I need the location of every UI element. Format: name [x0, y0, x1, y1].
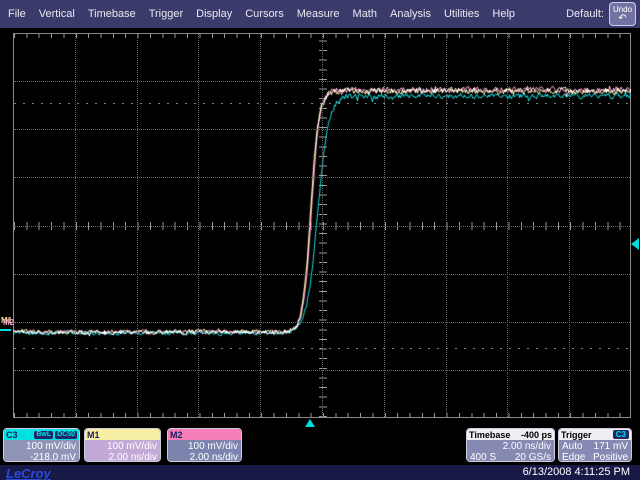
trigger-level: 171 mV [594, 441, 628, 452]
trigger-title: Trigger [561, 430, 592, 440]
trigger-descriptor-header: Trigger C3 [559, 429, 631, 440]
m2-descriptor-box[interactable]: M2 100 mV/div 2.00 ns/div [167, 428, 242, 462]
menu-item-vertical[interactable]: Vertical [39, 8, 75, 20]
datetime-display: 6/13/2008 4:11:25 PM [523, 466, 630, 478]
menu-item-analysis[interactable]: Analysis [390, 8, 431, 20]
m1-descriptor-box[interactable]: M1 100 mV/div 2.00 ns/div [84, 428, 161, 462]
timebase-title: Timebase [469, 430, 510, 440]
trigger-source-badge: C3 [613, 430, 629, 439]
trigger-descriptor-box[interactable]: Trigger C3 Auto 171 mV Edge Positive [558, 428, 632, 462]
oscilloscope-screen: File Vertical Timebase Trigger Display C… [0, 0, 640, 480]
m2-volts-per-div: 100 mV/div [171, 441, 238, 452]
c3-offset: -218.0 mV [7, 452, 76, 462]
m2-descriptor-header: M2 [168, 429, 241, 440]
menu-item-math[interactable]: Math [353, 8, 377, 20]
m1-label: M1 [87, 430, 100, 440]
lecroy-logo[interactable]: LeCroy [6, 466, 51, 480]
undo-arrow-icon: ↶ [618, 14, 626, 23]
trigger-time-marker[interactable] [305, 419, 315, 427]
measurement-level-line [14, 348, 630, 349]
menu-item-file[interactable]: File [8, 8, 26, 20]
bandwidth-limit-badge: BwL [34, 431, 53, 439]
c3-zero-level-marker[interactable] [0, 329, 11, 331]
c3-descriptor-box[interactable]: C3 BwL DC50 100 mV/div -218.0 mV [3, 428, 80, 462]
menu-item-measure[interactable]: Measure [297, 8, 340, 20]
c3-volts-per-div: 100 mV/div [7, 441, 76, 452]
coupling-badge: DC50 [55, 431, 77, 439]
gridline-horizontal [14, 274, 630, 275]
timebase-descriptor-box[interactable]: Timebase -400 ps 2.00 ns/div 400 S 20 GS… [466, 428, 555, 462]
m2-marker-label: M2 [3, 318, 14, 327]
trigger-mode: Auto [562, 441, 583, 452]
timebase-sample-count: 400 S [470, 452, 496, 462]
gridline-horizontal [14, 370, 630, 371]
timebase-position: -400 ps [521, 430, 552, 440]
m2-time-per-div: 2.00 ns/div [171, 452, 238, 462]
gridline-horizontal [14, 129, 630, 130]
trigger-type: Edge [562, 452, 585, 462]
timebase-sample-rate: 20 GS/s [515, 452, 551, 462]
menu-bar: File Vertical Timebase Trigger Display C… [0, 0, 640, 28]
trigger-slope: Positive [593, 452, 628, 462]
trigger-level-marker[interactable] [631, 238, 639, 250]
gridline-horizontal [14, 322, 630, 323]
timebase-time-per-div: 2.00 ns/div [470, 441, 551, 452]
menu-item-trigger[interactable]: Trigger [149, 8, 183, 20]
c3-descriptor-header: C3 BwL DC50 [4, 429, 79, 440]
menu-item-cursors[interactable]: Cursors [245, 8, 284, 20]
measurement-level-line [14, 103, 630, 104]
default-label: Default: [566, 8, 604, 20]
menu-item-help[interactable]: Help [492, 8, 515, 20]
gridline-horizontal [14, 226, 630, 227]
m1-time-per-div: 2.00 ns/div [88, 452, 157, 462]
menu-item-timebase[interactable]: Timebase [88, 8, 136, 20]
graticule [13, 33, 631, 418]
menu-item-display[interactable]: Display [196, 8, 232, 20]
gridline-horizontal [14, 177, 630, 178]
c3-label: C3 [6, 430, 18, 440]
menu-item-utilities[interactable]: Utilities [444, 8, 479, 20]
gridline-horizontal [14, 81, 630, 82]
undo-button[interactable]: Undo ↶ [609, 2, 636, 26]
m1-descriptor-header: M1 [85, 429, 160, 440]
timebase-descriptor-header: Timebase -400 ps [467, 429, 554, 440]
m1-volts-per-div: 100 mV/div [88, 441, 157, 452]
m2-label: M2 [170, 430, 183, 440]
